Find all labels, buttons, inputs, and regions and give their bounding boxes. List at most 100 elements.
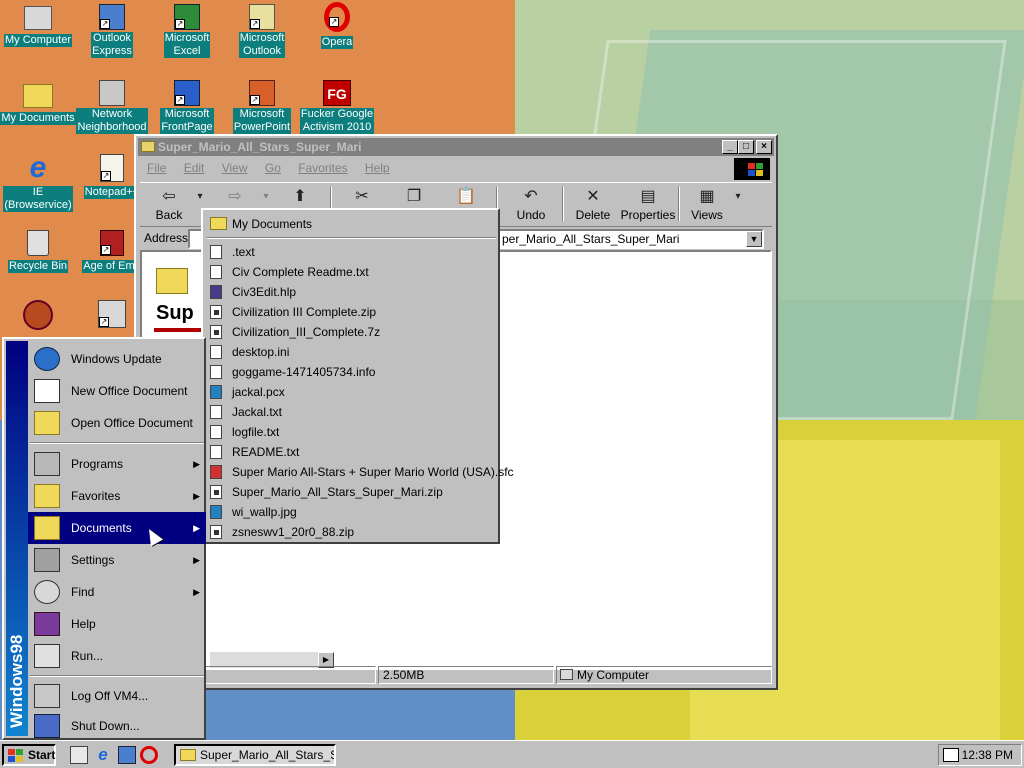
desktop-icon-powerpoint[interactable]: ↗ Microsoft PowerPoint: [224, 78, 300, 134]
views-button[interactable]: ▦ Views: [682, 185, 732, 225]
folder-icon: [180, 749, 196, 761]
start-item-help[interactable]: Help: [28, 608, 206, 640]
documents-item[interactable]: goggame-1471405734.info: [205, 362, 498, 382]
menu-go[interactable]: Go: [265, 161, 281, 175]
back-arrow-icon: ⇦: [162, 188, 176, 205]
up-folder-icon: ⬆: [293, 188, 307, 205]
documents-item-label: Civ3Edit.hlp: [232, 285, 297, 299]
start-item-run[interactable]: Run...: [28, 640, 206, 672]
app-shortcut-icon: ↗: [98, 300, 126, 328]
desktop-icon-excel[interactable]: ↗ Microsoft Excel: [149, 2, 225, 58]
notepad-icon: ↗: [100, 154, 124, 182]
start-menu[interactable]: Windows98 Windows Update New Office Docu…: [2, 337, 206, 740]
excel-icon: ↗: [174, 4, 200, 30]
quicklaunch-opera-icon[interactable]: [140, 746, 158, 764]
start-item-label: Find: [71, 585, 95, 599]
documents-item[interactable]: README.txt: [205, 442, 498, 462]
documents-item[interactable]: wi_wallp.jpg: [205, 502, 498, 522]
desktop-icon-fucker-google[interactable]: FG Fucker Google Activism 2010: [299, 78, 375, 134]
settings-icon: [34, 548, 60, 572]
start-item-programs[interactable]: Programs ▶: [28, 448, 206, 480]
desktop-icon-outlook[interactable]: ↗ Microsoft Outlook: [224, 2, 300, 58]
documents-submenu[interactable]: My Documents .text Civ Complete Readme.t…: [201, 208, 514, 544]
menu-edit[interactable]: Edit: [184, 161, 205, 175]
desktop-icon-my-documents[interactable]: My Documents: [0, 78, 76, 125]
submenu-arrow-icon: ▶: [193, 491, 200, 501]
documents-item-label: README.txt: [232, 445, 300, 459]
start-item-favorites[interactable]: Favorites ▶: [28, 480, 206, 512]
menu-file[interactable]: File: [147, 161, 166, 175]
start-item-shut-down[interactable]: Shut Down...: [28, 710, 206, 742]
undo-label: Undo: [516, 208, 546, 222]
documents-item[interactable]: Civilization_III_Complete.7z: [205, 322, 498, 342]
maximize-button[interactable]: □: [738, 140, 754, 154]
archive-file-icon: [210, 525, 222, 539]
close-button[interactable]: ×: [756, 140, 772, 154]
desktop-icon-my-computer[interactable]: My Computer: [0, 2, 76, 47]
desktop-icon-app-1[interactable]: [0, 300, 76, 332]
documents-item[interactable]: logfile.txt: [205, 422, 498, 442]
documents-item-label: wi_wallp.jpg: [232, 505, 297, 519]
start-item-open-office-document[interactable]: Open Office Document: [28, 407, 206, 439]
start-button[interactable]: Start: [2, 744, 56, 766]
start-item-log-off[interactable]: Log Off VM4...: [28, 680, 206, 712]
properties-button[interactable]: ▤ Properties: [618, 185, 678, 225]
address-dropdown-button[interactable]: ▼: [746, 231, 762, 247]
text-file-icon: [210, 405, 222, 419]
documents-item[interactable]: Civilization III Complete.zip: [205, 302, 498, 322]
undo-button[interactable]: ↶ Undo: [506, 185, 556, 225]
views-dropdown[interactable]: ▾: [732, 185, 744, 225]
menu-help[interactable]: Help: [365, 161, 390, 175]
quicklaunch-show-desktop-icon[interactable]: [70, 746, 88, 764]
start-item-label: Documents: [71, 521, 132, 535]
documents-item[interactable]: Super_Mario_All_Stars_Super_Mari.zip: [205, 482, 498, 502]
taskbar: Start e Super_Mario_All_Stars_Su... 12:3…: [0, 740, 1024, 768]
documents-item-label: My Documents: [232, 217, 313, 231]
start-item-windows-update[interactable]: Windows Update: [28, 343, 206, 375]
desktop-icon-opera[interactable]: ↗ Opera: [299, 2, 375, 49]
documents-item[interactable]: Civ3Edit.hlp: [205, 282, 498, 302]
quicklaunch-ie-icon[interactable]: e: [94, 746, 112, 764]
documents-item[interactable]: Civ Complete Readme.txt: [205, 262, 498, 282]
documents-item[interactable]: desktop.ini: [205, 342, 498, 362]
documents-item[interactable]: .text: [205, 242, 498, 262]
desktop-icon-label: Microsoft Excel: [163, 32, 211, 58]
start-item-settings[interactable]: Settings ▶: [28, 544, 206, 576]
documents-item[interactable]: zsneswv1_20r0_88.zip: [205, 522, 498, 542]
windows-flag-icon: [8, 749, 24, 762]
find-icon: [34, 580, 60, 604]
menu-favorites[interactable]: Favorites: [298, 161, 347, 175]
desktop-icon-network-neighborhood[interactable]: Network Neighborhood: [74, 78, 150, 134]
start-item-new-office-document[interactable]: New Office Document: [28, 375, 206, 407]
window-titlebar[interactable]: Super_Mario_All_Stars_Super_Mari _ □ ×: [138, 138, 774, 156]
submenu-arrow-icon: ▶: [193, 459, 200, 469]
dropdown-icon: ▾: [735, 191, 741, 202]
documents-item[interactable]: Jackal.txt: [205, 402, 498, 422]
delete-button[interactable]: ✕ Delete: [566, 185, 620, 225]
start-item-label: Programs: [71, 457, 124, 471]
documents-icon: [34, 516, 60, 540]
desktop-icon-frontpage[interactable]: ↗ Microsoft FrontPage: [149, 78, 225, 134]
desktop-icon-ie[interactable]: e IE (Browservice): [0, 152, 76, 212]
minimize-button[interactable]: _: [722, 140, 738, 154]
desktop-icon-recycle-bin[interactable]: Recycle Bin: [0, 226, 76, 273]
tray-scheduler-icon[interactable]: [943, 748, 959, 762]
documents-item[interactable]: jackal.pcx: [205, 382, 498, 402]
shutdown-icon: [34, 714, 60, 738]
quicklaunch-outlook-express-icon[interactable]: [118, 746, 136, 764]
documents-item-label: Civilization III Complete.zip: [232, 305, 377, 319]
logoff-icon: [34, 684, 60, 708]
image-file-icon: [210, 385, 222, 399]
start-item-documents[interactable]: Documents ▶: [28, 512, 206, 544]
desktop-icon-outlook-express[interactable]: ↗ Outlook Express: [74, 2, 150, 58]
folder-icon: [210, 217, 227, 230]
documents-item-my-documents[interactable]: My Documents: [205, 214, 498, 234]
back-button[interactable]: ⇦ Back: [144, 185, 194, 225]
documents-item[interactable]: Super Mario All-Stars + Super Mario Worl…: [205, 462, 514, 482]
start-label: Start: [28, 748, 56, 762]
menu-view[interactable]: View: [222, 161, 248, 175]
start-item-find[interactable]: Find ▶: [28, 576, 206, 608]
desktop-icon-label: Opera: [320, 36, 354, 49]
clock[interactable]: 12:38 PM: [962, 745, 1013, 765]
taskbar-window-button[interactable]: Super_Mario_All_Stars_Su...: [174, 744, 336, 766]
